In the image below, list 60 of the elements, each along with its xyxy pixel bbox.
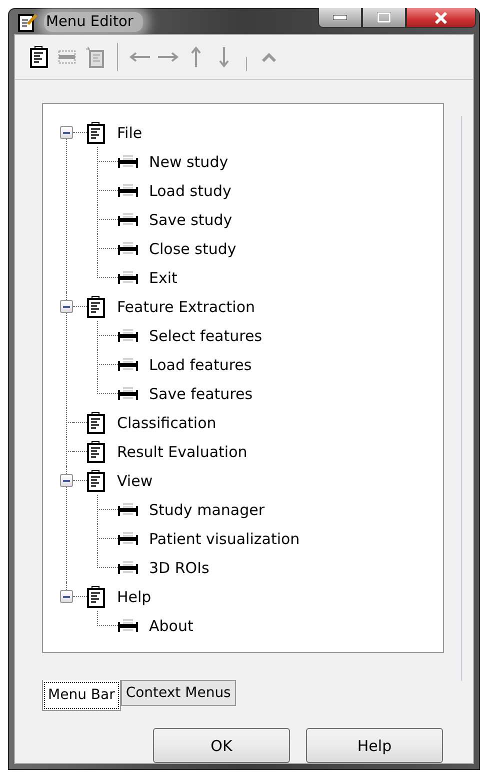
caret-up-icon (261, 52, 277, 62)
menu-item-icon (118, 386, 138, 402)
tree-item[interactable]: Study manager (148, 500, 266, 520)
collapse-toggle[interactable] (60, 474, 73, 487)
menu-icon (87, 122, 105, 144)
menu-item-icon (118, 530, 138, 546)
menu-icon (30, 46, 48, 68)
tree-item[interactable]: About (148, 616, 194, 636)
menu-item-icon (118, 240, 138, 256)
dialog-button[interactable]: OK (153, 728, 290, 763)
menu-item-icon (118, 618, 138, 634)
menu-item-icon (118, 502, 138, 518)
tree-item[interactable]: Select features (148, 326, 264, 346)
collapse-toggle[interactable] (60, 300, 73, 313)
maximize-button[interactable] (362, 8, 406, 28)
close-icon (434, 12, 448, 24)
close-button[interactable] (406, 8, 476, 28)
tab[interactable]: Context Menus (120, 680, 236, 706)
minimize-icon (333, 15, 347, 20)
menu-item-icon (118, 356, 138, 372)
right-arrow-icon (157, 52, 179, 62)
collapse-toggle[interactable] (60, 126, 73, 139)
window-title: Menu Editor (44, 12, 144, 32)
menu-item-icon (118, 154, 138, 170)
menu-item-icon (118, 212, 138, 228)
tree-item[interactable]: Classification (116, 412, 218, 432)
menu-item-icon (118, 560, 138, 576)
tree-item[interactable]: Result Evaluation (116, 442, 248, 462)
tree-item[interactable]: View (116, 470, 154, 490)
left-arrow-icon (129, 52, 151, 62)
dialog-button[interactable]: Help (306, 728, 443, 763)
tree-item[interactable]: Help (116, 586, 152, 606)
toolbar-button[interactable] (27, 44, 51, 70)
menu-editor-icon (18, 12, 38, 32)
tree-item[interactable]: 3D ROIs (148, 558, 210, 578)
tree-item[interactable]: File (116, 122, 144, 142)
minimize-button[interactable] (318, 8, 362, 28)
tree-item[interactable]: Load features (148, 354, 253, 374)
menu-icon (87, 586, 105, 608)
menu-icon (87, 296, 105, 318)
tree-item[interactable]: Close study (148, 238, 238, 258)
menu-item-icon (57, 48, 77, 66)
menu-item-icon (118, 328, 138, 344)
tree-item[interactable]: Exit (148, 268, 178, 288)
tree-item[interactable]: Load study (148, 180, 232, 200)
menu-icon (87, 470, 105, 492)
down-arrow-icon (219, 46, 229, 68)
tree-item[interactable]: New study (148, 152, 230, 172)
collapse-toggle[interactable] (60, 590, 73, 603)
tree-item[interactable]: Feature Extraction (116, 296, 256, 316)
up-arrow-icon (191, 46, 201, 68)
maximize-icon (377, 12, 391, 23)
tree-item[interactable]: Patient visualization (148, 528, 301, 548)
tree-item[interactable]: Save study (148, 210, 234, 230)
menu-item-icon (118, 182, 138, 198)
tab[interactable]: Menu Bar (42, 680, 121, 711)
menu-icon (87, 440, 105, 462)
menu-icon (87, 412, 105, 434)
tree-item[interactable]: Save features (148, 384, 254, 404)
menu-item-icon (118, 270, 138, 286)
